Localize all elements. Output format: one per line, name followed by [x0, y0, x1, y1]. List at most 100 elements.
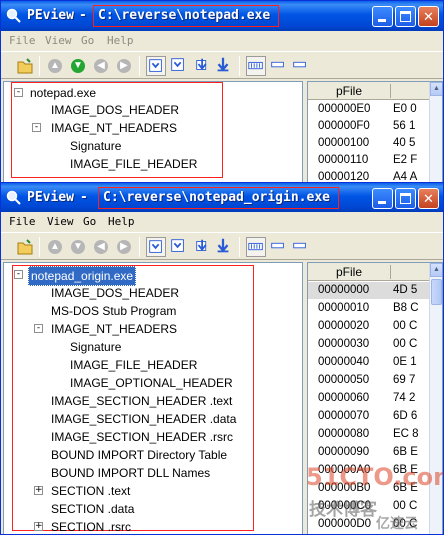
go-down-icon[interactable]: ▼ — [68, 56, 88, 76]
list-row[interactable]: 000000F0 56 1 — [308, 118, 430, 135]
view-word-icon[interactable] — [169, 237, 189, 257]
menu-go[interactable]: Go — [81, 34, 94, 47]
menu-help[interactable]: Help — [108, 215, 135, 228]
view-qword-icon[interactable] — [214, 56, 234, 76]
tree-item[interactable]: IMAGE_DOS_HEADER — [51, 284, 179, 302]
tree-item[interactable]: IMAGE_SECTION_HEADER .text — [51, 392, 232, 410]
menu-file[interactable]: File — [9, 215, 36, 228]
scrollbar-thumb[interactable] — [431, 279, 442, 305]
close-button[interactable]: ✕ — [418, 6, 439, 27]
structure-tree-pane[interactable]: - notepad.exe IMAGE_DOS_HEADER - IMAGE_N… — [3, 81, 303, 187]
tree-item[interactable]: IMAGE_FILE_HEADER — [70, 356, 197, 374]
tree-item[interactable]: BOUND IMPORT DLL Names — [51, 464, 210, 482]
go-up-icon[interactable]: ▲ — [45, 237, 65, 257]
tree-item-label: IMAGE_FILE_HEADER — [70, 157, 198, 171]
expand-icon[interactable]: + — [34, 522, 43, 531]
view-hex-icon[interactable] — [246, 237, 266, 257]
title-separator: - — [80, 190, 88, 205]
view-word-icon[interactable] — [169, 56, 189, 76]
menu-help[interactable]: Help — [107, 34, 134, 47]
go-forward-icon[interactable]: ▶ — [114, 237, 134, 257]
list-row[interactable]: 000000E0 E0 0 — [308, 101, 430, 118]
menu-view[interactable]: View — [47, 215, 74, 228]
menu-go[interactable]: Go — [83, 215, 96, 228]
expand-icon[interactable]: + — [34, 486, 43, 495]
structure-tree-pane[interactable]: - notepad_origin.exe IMAGE_DOS_HEADER MS… — [3, 262, 303, 534]
hex-list-pane[interactable]: pFile 000000E0 E0 0 000000F0 56 1 00000100… — [307, 81, 443, 187]
tree-item-label: IMAGE_NT_HEADERS — [51, 121, 178, 135]
view-text-icon[interactable] — [269, 237, 289, 257]
list-row-selected[interactable]: 00000000 4D 5 — [308, 282, 430, 299]
tree-item-label: SECTION .rsrc — [51, 520, 131, 534]
view-byte-icon[interactable] — [146, 237, 166, 257]
tree-item[interactable]: IMAGE_SECTION_HEADER .data — [51, 410, 236, 428]
collapse-icon[interactable]: - — [14, 270, 23, 279]
view-text-icon[interactable] — [269, 56, 289, 76]
list-row[interactable]: 00000100 40 5 — [308, 135, 430, 152]
list-row[interactable]: 00000070 6D 6 — [308, 408, 430, 425]
tree-item-label: MS-DOS Stub Program — [51, 304, 177, 318]
view-dword-icon[interactable] — [194, 56, 214, 76]
tree-item[interactable]: IMAGE_OPTIONAL_HEADER — [70, 374, 233, 392]
go-up-icon[interactable]: ▲ — [45, 56, 65, 76]
close-button[interactable]: ✕ — [418, 188, 439, 209]
tree-item-label: IMAGE_OPTIONAL_HEADER — [70, 376, 233, 390]
open-file-icon[interactable] — [15, 56, 35, 76]
vertical-scrollbar[interactable]: ▲ — [429, 263, 442, 534]
menu-file[interactable]: File — [9, 34, 36, 47]
tree-item[interactable]: IMAGE_DOS_HEADER — [51, 101, 179, 119]
tree-item[interactable]: MS-DOS Stub Program — [51, 302, 176, 320]
list-row[interactable]: 00000090 6B E — [308, 444, 430, 461]
tree-item[interactable]: SECTION .data — [51, 500, 134, 518]
tree-item[interactable]: IMAGE_SECTION_HEADER .rsrc — [51, 428, 233, 446]
open-file-icon[interactable] — [15, 237, 35, 257]
menu-bar: File View Go Help — [1, 31, 443, 51]
tree-item-label: IMAGE_FILE_HEADER — [70, 358, 198, 372]
view-qword-icon[interactable] — [214, 237, 234, 257]
maximize-button[interactable] — [395, 6, 416, 27]
tree-item[interactable]: IMAGE_FILE_HEADER — [70, 155, 197, 173]
column-header-pfile[interactable]: pFile — [336, 265, 362, 279]
menu-view[interactable]: View — [45, 34, 72, 47]
view-mixed-icon[interactable] — [291, 56, 311, 76]
list-row[interactable]: 00000020 00 C — [308, 318, 430, 335]
watermark-tagline: 技术博客 — [309, 500, 377, 520]
tree-item-label-selected: notepad_origin.exe — [28, 266, 137, 286]
list-row[interactable]: 00000050 69 7 — [308, 372, 430, 389]
view-hex-icon[interactable] — [246, 56, 266, 76]
view-byte-icon[interactable] — [146, 56, 166, 76]
tree-item[interactable]: Signature — [70, 137, 121, 155]
collapse-icon[interactable]: - — [34, 324, 43, 333]
maximize-button[interactable] — [395, 188, 416, 209]
collapse-icon[interactable]: - — [32, 123, 41, 132]
tree-item-label: Signature — [70, 139, 122, 153]
tree-item[interactable]: BOUND IMPORT Directory Table — [51, 446, 227, 464]
collapse-icon[interactable]: - — [14, 88, 23, 97]
scroll-up-icon[interactable]: ▲ — [430, 82, 442, 96]
go-down-icon[interactable]: ▼ — [68, 237, 88, 257]
window-app-title: PEview — [27, 8, 74, 23]
list-row[interactable]: 00000010 B8 C — [308, 300, 430, 317]
minimize-button[interactable] — [372, 188, 393, 209]
toolbar: ▲ ▼ ◀ ▶ — [1, 232, 443, 260]
title-bar[interactable]: PEview - C:\reverse\notepad.exe ✕ — [1, 1, 443, 31]
title-separator: - — [79, 8, 87, 23]
view-dword-icon[interactable] — [194, 237, 214, 257]
list-row[interactable]: 00000060 74 2 — [308, 390, 430, 407]
list-row[interactable]: 00000110 E2 F — [308, 152, 430, 169]
go-back-icon[interactable]: ◀ — [91, 237, 111, 257]
column-header-pfile[interactable]: pFile — [336, 84, 362, 98]
list-row[interactable]: 00000040 0E 1 — [308, 354, 430, 371]
tree-item-label: IMAGE_DOS_HEADER — [51, 103, 180, 117]
vertical-scrollbar[interactable]: ▲ — [429, 82, 442, 187]
go-back-icon[interactable]: ◀ — [91, 56, 111, 76]
minimize-button[interactable] — [372, 6, 393, 27]
title-bar[interactable]: PEview - C:\reverse\notepad_origin.exe ✕ — [1, 183, 443, 212]
tree-item[interactable]: Signature — [70, 338, 121, 356]
list-row[interactable]: 00000030 00 C — [308, 336, 430, 353]
view-mixed-icon[interactable] — [291, 237, 311, 257]
go-forward-icon[interactable]: ▶ — [114, 56, 134, 76]
tree-item-label: Signature — [70, 340, 122, 354]
scroll-up-icon[interactable]: ▲ — [430, 263, 442, 277]
list-row[interactable]: 00000080 EC 8 — [308, 426, 430, 443]
